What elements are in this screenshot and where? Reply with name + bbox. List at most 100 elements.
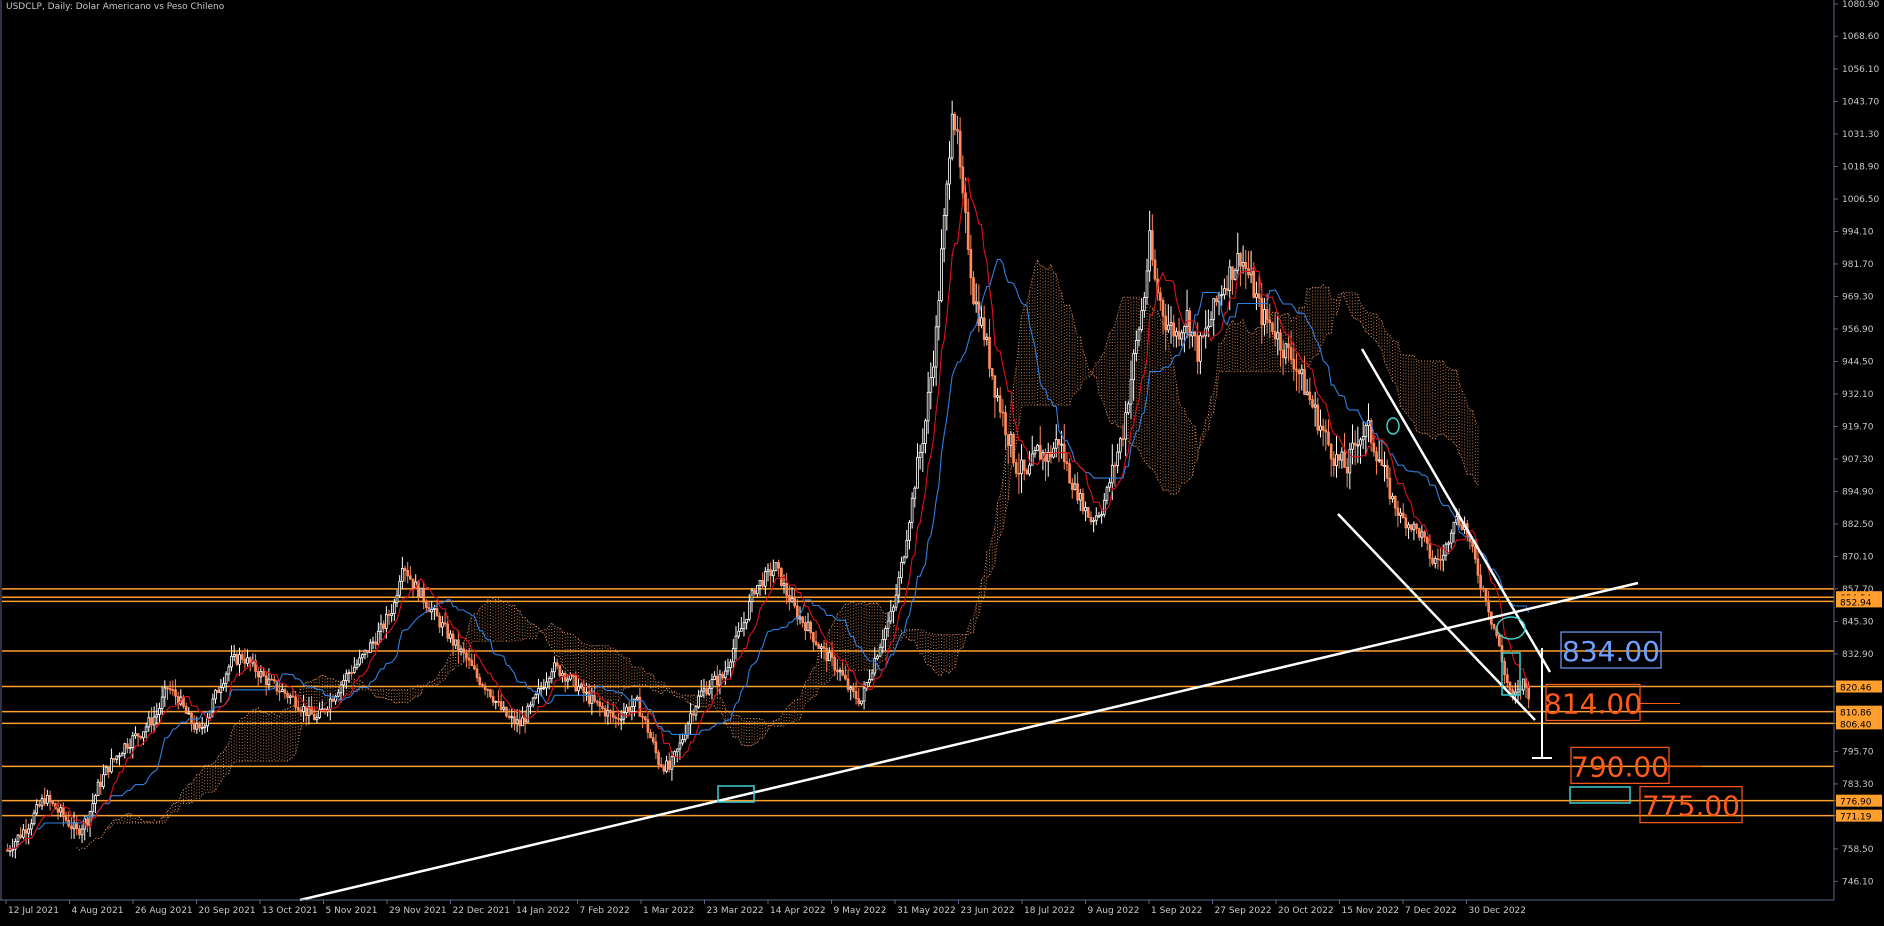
- candle-body: [1126, 403, 1130, 414]
- candle-body: [998, 395, 1002, 413]
- candle-body: [1167, 324, 1170, 331]
- candle-body: [419, 587, 423, 598]
- candle-body: [651, 737, 655, 743]
- candle-body: [467, 657, 471, 661]
- candle-body: [1343, 451, 1346, 468]
- candle-body: [1228, 266, 1232, 291]
- candle-body: [985, 336, 989, 341]
- candle-body: [1231, 266, 1234, 280]
- candle-body: [961, 166, 965, 194]
- candle-body: [715, 675, 719, 686]
- candle-body: [625, 706, 628, 713]
- candle-body: [91, 803, 95, 813]
- candle-body: [344, 673, 348, 681]
- candle-body: [1196, 335, 1200, 362]
- candle-body: [902, 556, 906, 563]
- x-tick-label: 14 Jan 2022: [516, 906, 570, 916]
- candle-body: [1020, 459, 1023, 474]
- candle-body: [302, 706, 305, 712]
- candle-body: [993, 375, 997, 398]
- candle-body: [1503, 661, 1506, 676]
- candle-body: [30, 823, 33, 830]
- chart-area[interactable]: USDCLP, Daily: Dolar Americano vs Peso C…: [0, 0, 1884, 922]
- candle-body: [32, 812, 36, 825]
- candle-body: [390, 613, 394, 616]
- candle-body: [1321, 425, 1325, 431]
- candle-body: [1276, 332, 1280, 340]
- candle-body: [1201, 335, 1205, 338]
- y-tick-label: 746.10: [1842, 877, 1874, 887]
- tenkan-line: [6, 176, 1530, 851]
- candle-body: [806, 621, 810, 631]
- candle-body: [1006, 434, 1010, 446]
- candle-body: [670, 756, 674, 770]
- candle-body: [547, 678, 551, 683]
- candle-body: [1151, 230, 1154, 261]
- candle-body: [518, 719, 522, 727]
- candle-body: [745, 618, 748, 624]
- candle-body: [1401, 512, 1405, 519]
- candle-body: [481, 684, 484, 687]
- candle-body: [635, 696, 639, 700]
- candle-body: [598, 701, 602, 707]
- falling-wedge-upper: [1360, 348, 1552, 673]
- candle-body: [1487, 600, 1490, 613]
- candle-body: [691, 713, 695, 716]
- candle-body: [945, 183, 949, 216]
- y-tick-label: 820.46: [1840, 684, 1872, 694]
- y-tick-label: 956.90: [1842, 325, 1874, 335]
- candle-body: [360, 654, 364, 659]
- candle-body: [70, 825, 73, 830]
- candle-body: [798, 616, 802, 620]
- candle-body: [438, 615, 442, 628]
- candle-body: [1239, 252, 1242, 267]
- candle-body: [1092, 519, 1095, 523]
- candle-body: [1295, 368, 1298, 371]
- candle-body: [224, 673, 228, 684]
- candle-body: [758, 579, 762, 586]
- candle-body: [617, 717, 620, 720]
- x-tick-label: 23 Jun 2022: [961, 906, 1015, 916]
- candle-body: [59, 807, 63, 813]
- candle-body: [932, 366, 935, 379]
- x-tick-label: 20 Sep 2021: [199, 906, 256, 916]
- x-tick-label: 15 Nov 2022: [1342, 906, 1400, 916]
- candle-body: [1129, 379, 1133, 405]
- candle-body: [774, 562, 778, 572]
- candle-body: [1140, 310, 1143, 330]
- candle-body: [80, 828, 84, 836]
- candle-body: [1329, 444, 1333, 460]
- candle-body: [459, 648, 463, 652]
- candle-body: [641, 715, 644, 718]
- candle-body: [574, 675, 578, 692]
- candle-body: [214, 689, 217, 700]
- candle-body: [1065, 461, 1069, 465]
- candle-body: [1113, 464, 1117, 467]
- candle-body: [1081, 493, 1085, 512]
- x-tick-label: 9 Aug 2022: [1088, 906, 1140, 916]
- candle-body: [1084, 507, 1087, 512]
- candle-body: [772, 570, 775, 577]
- candle-body: [910, 497, 914, 523]
- candle-body: [342, 679, 345, 686]
- candle-body: [1124, 412, 1127, 440]
- x-tick-label: 1 Mar 2022: [643, 906, 694, 916]
- candle-body: [534, 693, 538, 699]
- candle-body: [62, 807, 65, 818]
- candle-body: [246, 657, 249, 664]
- candle-body: [395, 594, 399, 604]
- candle-body: [860, 700, 863, 705]
- candle-body: [403, 568, 407, 571]
- candle-body: [1511, 689, 1514, 695]
- candle-body: [1004, 412, 1007, 436]
- candle-body: [40, 798, 44, 807]
- y-tick-label: 776.90: [1840, 798, 1872, 808]
- candle-body: [894, 594, 898, 608]
- candle-body: [822, 646, 826, 649]
- candle-body: [686, 723, 690, 736]
- candle-body: [630, 706, 634, 713]
- candle-body: [347, 672, 351, 675]
- candle-body: [675, 748, 679, 753]
- candle-body: [1417, 528, 1421, 538]
- candle-body: [934, 326, 938, 368]
